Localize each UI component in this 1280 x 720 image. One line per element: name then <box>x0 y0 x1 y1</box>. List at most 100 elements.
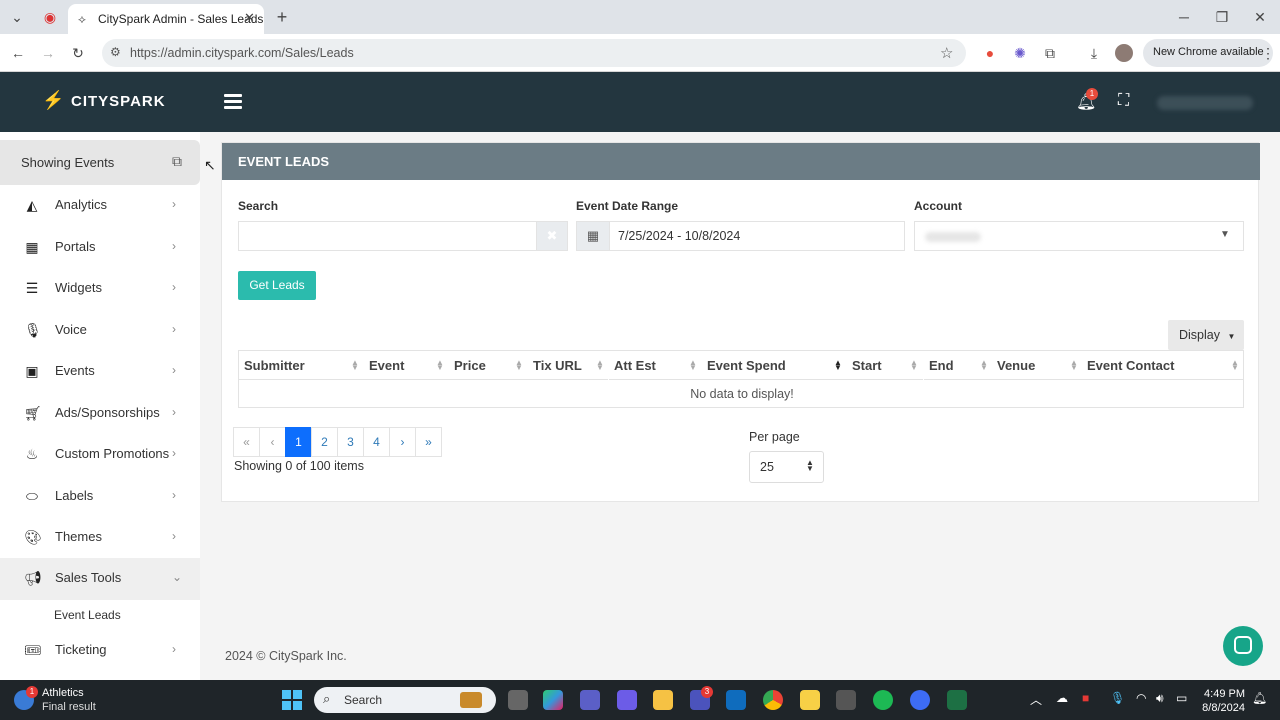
page-button-2[interactable]: 2 <box>311 427 338 457</box>
column-header[interactable]: Submitter ▲ ▼ <box>239 351 364 380</box>
sidebar-item-ads-sponsorships[interactable]: 🛒︎ Ads/Sponsorships › <box>0 393 200 433</box>
taskbar-search[interactable]: ⌕ Search <box>314 687 496 713</box>
sticky-notes-icon[interactable] <box>800 690 820 710</box>
date-range-input[interactable]: 7/25/2024 - 10/8/2024 <box>609 221 905 251</box>
browser-tab[interactable]: ⟡ CitySpark Admin - Sales Leads ✕ <box>68 4 264 34</box>
date-picker-button[interactable]: ▦ <box>576 221 610 251</box>
close-tab-icon[interactable]: ✕ <box>244 10 255 26</box>
excel-icon[interactable] <box>947 690 967 710</box>
column-header[interactable]: Event Contact ▲ ▼ <box>1082 351 1244 380</box>
column-label: Att Est <box>614 358 656 373</box>
sidebar-item-analytics[interactable]: ◭ Analytics › <box>0 185 200 225</box>
url-field[interactable]: ⚙ https://admin.cityspark.com/Sales/Lead… <box>102 39 966 67</box>
file-explorer-icon[interactable] <box>653 690 673 710</box>
select-arrows-icon: ▲ ▼ <box>806 458 814 473</box>
column-header[interactable]: Event Spend ▲ ▼ <box>702 351 847 380</box>
column-header[interactable]: Att Est ▲ ▼ <box>609 351 702 380</box>
taskbar-clock[interactable]: 4:49 PM 8/8/2024 <box>1195 687 1245 715</box>
logo-text[interactable]: CITYSPARK <box>71 93 166 110</box>
windows-start-icon[interactable] <box>282 690 302 710</box>
sidebar-item-label: Labels <box>55 488 94 503</box>
wifi-icon[interactable]: ◠ <box>1136 691 1146 705</box>
sidebar-item-portals[interactable]: ▦ Portals › <box>0 227 200 267</box>
panel-title: EVENT LEADS <box>238 154 330 169</box>
signal-icon[interactable] <box>910 690 930 710</box>
per-page-select[interactable]: 25 ▲ ▼ <box>749 451 824 483</box>
spotify-icon[interactable] <box>873 690 893 710</box>
column-header[interactable]: Venue ▲ ▼ <box>992 351 1082 380</box>
prev-page-button[interactable]: ‹ <box>259 427 286 457</box>
column-header[interactable]: Event ▲ ▼ <box>364 351 449 380</box>
forward-icon[interactable]: → <box>36 41 60 65</box>
first-page-button[interactable]: « <box>233 427 260 457</box>
user-menu[interactable] <box>1157 96 1253 110</box>
search-input[interactable] <box>238 221 537 251</box>
calculator-icon[interactable] <box>836 690 856 710</box>
site-info-icon[interactable]: ⚙ <box>110 45 121 59</box>
column-label: Event Contact <box>1087 358 1175 373</box>
display-dropdown-button[interactable]: Display ▼ <box>1168 320 1244 350</box>
sidebar-item-sales-tools[interactable]: 📢︎ Sales Tools ⌄ <box>0 558 200 600</box>
sidebar-item-labels[interactable]: ⬭ Labels › <box>0 476 200 516</box>
profile-avatar[interactable] <box>1112 41 1136 65</box>
volume-icon[interactable]: 🔊︎ <box>1156 691 1164 706</box>
last-page-button[interactable]: » <box>415 427 442 457</box>
back-icon[interactable]: ← <box>6 41 30 65</box>
tray-chevron-icon[interactable]: ︿ <box>1030 691 1042 708</box>
reload-icon[interactable]: ↻ <box>66 41 90 65</box>
page-button-4[interactable]: 4 <box>363 427 390 457</box>
battery-icon[interactable]: ▭ <box>1176 691 1187 705</box>
record-icon[interactable]: ◉ <box>38 5 62 29</box>
sidebar-item-custom-promotions[interactable]: ♨ Custom Promotions › <box>0 434 200 474</box>
showing-events-toggle[interactable]: Showing Events ⧉ <box>0 140 200 185</box>
sidebar-item-widgets[interactable]: ☰ Widgets › <box>0 268 200 308</box>
sidebar-item-events[interactable]: ▣ Events › <box>0 351 200 391</box>
clear-search-button[interactable]: ✖ <box>536 221 568 251</box>
sidebar-item-ticketing[interactable]: 🎟︎ Ticketing › <box>0 630 200 670</box>
extension-color-icon[interactable]: ● <box>978 41 1002 65</box>
clock-time: 4:49 PM <box>1204 688 1245 700</box>
copy-icon[interactable]: ⧉ <box>172 153 182 170</box>
notification-center-icon[interactable]: 🔔︎ <box>1252 691 1267 705</box>
sidebar-item-label: Themes <box>55 529 102 544</box>
download-icon[interactable]: ⤓ <box>1082 41 1106 65</box>
get-leads-button[interactable]: Get Leads <box>238 271 316 300</box>
copilot-icon[interactable] <box>543 690 563 710</box>
page-button-1[interactable]: 1 <box>285 427 312 457</box>
extension-flower-icon[interactable]: ✺ <box>1008 41 1032 65</box>
extensions-puzzle-icon[interactable]: ⧉ <box>1038 41 1062 65</box>
per-page-label: Per page <box>749 430 800 444</box>
sidebar-item-voice[interactable]: 🎙︎ Voice › <box>0 310 200 350</box>
menu-toggle-icon[interactable] <box>224 94 242 110</box>
sidebar-item-label: Analytics <box>55 197 108 212</box>
tab-search-icon[interactable]: ⌄ <box>5 5 29 29</box>
chat-launcher-button[interactable] <box>1223 626 1263 666</box>
outlook-icon[interactable] <box>726 690 746 710</box>
tray-app-icon[interactable]: ■ <box>1082 691 1089 705</box>
bookmark-star-icon[interactable]: ☆ <box>940 44 953 62</box>
teams-icon[interactable] <box>580 690 600 710</box>
column-header[interactable]: Start ▲ ▼ <box>847 351 923 380</box>
account-select[interactable]: ▼ <box>914 221 1244 251</box>
calendar-icon: ▦ <box>586 228 600 243</box>
maximize-icon[interactable]: ❐ <box>1210 5 1234 29</box>
cloud-icon[interactable]: ☁ <box>1056 691 1068 705</box>
minimize-icon[interactable]: ─ <box>1172 5 1196 29</box>
column-header[interactable]: End ▲ ▼ <box>924 351 992 380</box>
new-tab-icon[interactable]: + <box>270 5 294 29</box>
sidebar-item-themes[interactable]: 🎨︎ Themes › <box>0 517 200 557</box>
next-page-button[interactable]: › <box>389 427 416 457</box>
column-header[interactable]: Price ▲ ▼ <box>449 351 528 380</box>
sidebar-subitem-event-leads[interactable]: Event Leads <box>54 608 121 622</box>
close-window-icon[interactable]: ✕ <box>1248 5 1272 29</box>
column-header[interactable]: Tix URL ▲ ▼ <box>528 351 608 380</box>
new-chrome-available-button[interactable]: New Chrome available <box>1143 39 1273 67</box>
app-icon[interactable] <box>617 690 637 710</box>
showing-count: Showing 0 of 100 items <box>234 459 364 473</box>
chrome-icon[interactable] <box>763 690 783 710</box>
browser-menu-icon[interactable]: ⋮ <box>1256 41 1280 65</box>
fullscreen-icon[interactable]: ⛶ <box>1118 92 1129 110</box>
microphone-icon[interactable]: 🎙︎ <box>1110 691 1125 705</box>
page-button-3[interactable]: 3 <box>337 427 364 457</box>
task-view-icon[interactable] <box>508 690 528 710</box>
